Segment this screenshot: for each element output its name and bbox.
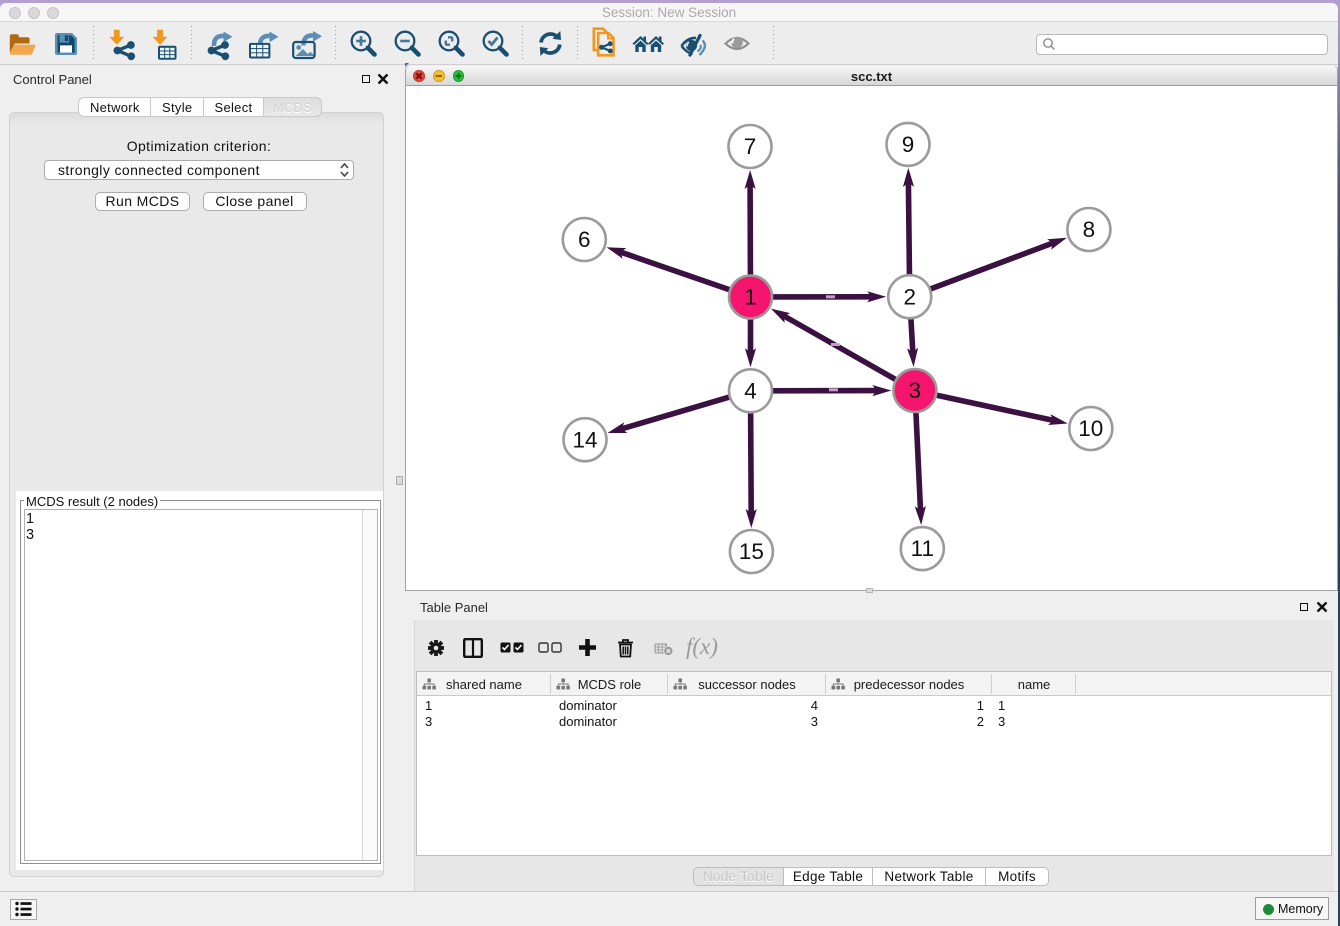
svg-text:7: 7 bbox=[744, 134, 757, 159]
svg-text:8: 8 bbox=[1083, 217, 1096, 242]
svg-text:15: 15 bbox=[739, 539, 764, 564]
svg-text:10: 10 bbox=[1078, 416, 1103, 441]
svg-text:4: 4 bbox=[744, 378, 757, 403]
svg-text:1: 1 bbox=[744, 285, 757, 310]
svg-text:6: 6 bbox=[578, 227, 591, 252]
svg-text:14: 14 bbox=[572, 427, 597, 452]
svg-text:11: 11 bbox=[911, 536, 934, 561]
svg-text:2: 2 bbox=[903, 284, 916, 309]
svg-text:9: 9 bbox=[902, 132, 915, 157]
svg-text:3: 3 bbox=[909, 378, 922, 403]
